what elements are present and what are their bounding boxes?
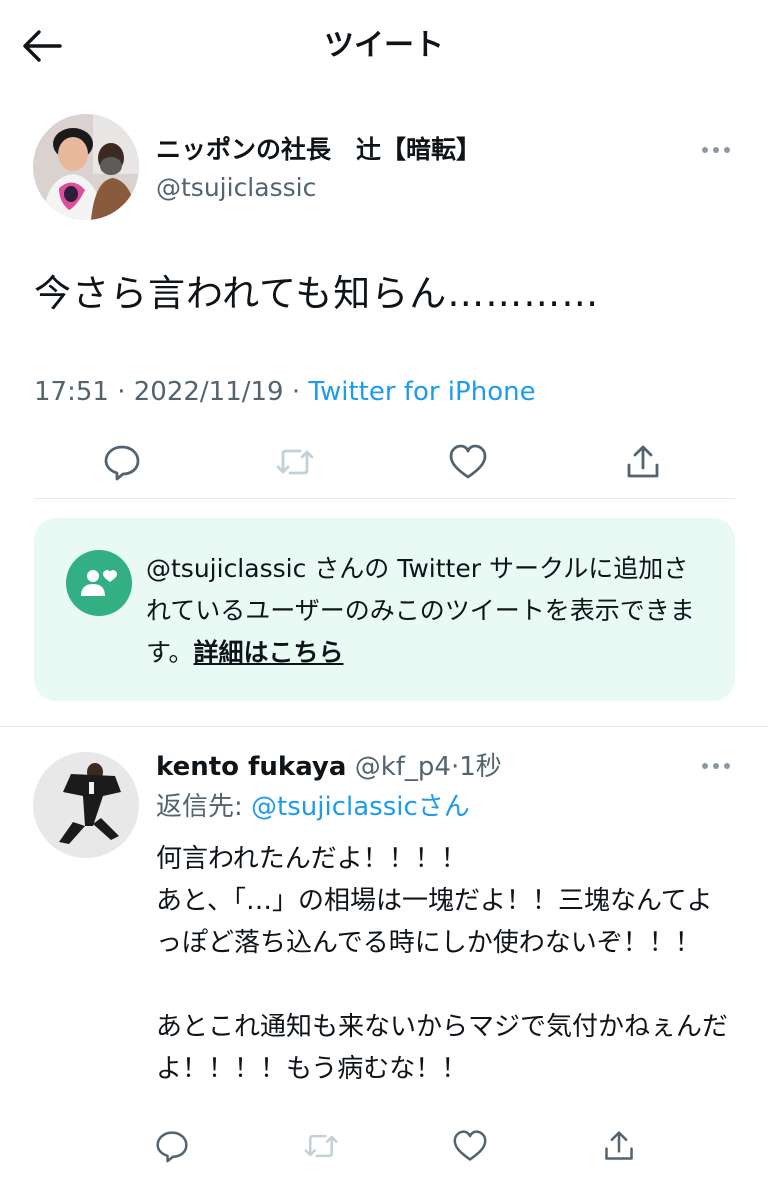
share-button[interactable]: [619, 438, 667, 486]
circle-people-heart-icon: [81, 570, 117, 596]
like-icon: [453, 1130, 487, 1161]
page-title: ツイート: [324, 28, 444, 63]
more-dot-icon: [713, 763, 719, 769]
more-dot-icon: [713, 147, 719, 153]
replying-to-suffix[interactable]: さん: [418, 792, 470, 822]
reply-separator: ·: [450, 752, 460, 782]
more-dot-icon: [702, 763, 708, 769]
circle-icon: [66, 550, 132, 616]
reply-author-handle[interactable]: @kf_p4: [355, 752, 451, 782]
replying-to: 返信先: @tsujiclassicさん: [156, 788, 470, 826]
reply-icon: [156, 1131, 188, 1163]
retweet-icon: [304, 1134, 338, 1158]
replying-to-handle[interactable]: @tsujiclassic: [251, 792, 418, 822]
reply-header: kento fukaya @kf_p4·1秒: [156, 748, 502, 786]
reply-share-button[interactable]: [595, 1122, 643, 1170]
tweet-source-link[interactable]: Twitter for iPhone: [308, 377, 535, 407]
twitter-circle-notice: @tsujiclassic さんの Twitter サークルに追加されているユー…: [34, 518, 735, 701]
author-avatar[interactable]: [33, 114, 139, 220]
tweet-meta: 17:51 · 2022/11/19 · Twitter for iPhone: [34, 374, 536, 410]
learn-more-link[interactable]: 詳細はこちら: [194, 638, 344, 667]
like-button[interactable]: [444, 438, 492, 486]
meta-separator: ·: [117, 377, 126, 407]
replying-to-label: 返信先:: [156, 792, 252, 822]
like-icon: [449, 444, 487, 479]
author-name[interactable]: ニッポンの社長 辻【暗転】: [156, 133, 481, 167]
reply-text: 何言われたんだよ！！！！ あと、「…」の相場は一塊だよ！！三塊なんてよっぽど落ち…: [156, 844, 729, 1084]
author-handle[interactable]: @tsujiclassic: [156, 171, 316, 205]
tweet-text: 今さら言われても知らん…………: [34, 272, 600, 315]
section-divider: [0, 726, 768, 727]
meta-separator: ·: [291, 377, 301, 407]
more-options-button[interactable]: [702, 140, 730, 160]
tweet-date: 2022/11/19: [133, 377, 284, 407]
divider: [34, 498, 735, 499]
reply-author-name[interactable]: kento fukaya: [156, 752, 346, 782]
tweet-time: 17:51: [34, 377, 109, 407]
reply-author-avatar[interactable]: [33, 752, 139, 858]
more-dot-icon: [724, 763, 730, 769]
reply-retweet-button[interactable]: [297, 1122, 345, 1170]
reply-reply-button[interactable]: [148, 1122, 196, 1170]
reply-time[interactable]: 1秒: [459, 752, 502, 782]
notice-text: @tsujiclassic さんの Twitter サークルに追加されているユー…: [146, 548, 712, 674]
share-icon: [605, 1131, 633, 1160]
reply-more-options-button[interactable]: [702, 756, 730, 776]
reply-like-button[interactable]: [446, 1122, 494, 1170]
more-dot-icon: [702, 147, 708, 153]
reply-icon: [104, 445, 140, 481]
retweet-button[interactable]: [271, 438, 319, 486]
share-icon: [627, 445, 659, 478]
retweet-icon: [276, 449, 314, 475]
more-dot-icon: [724, 147, 730, 153]
reply-button[interactable]: [98, 438, 146, 486]
